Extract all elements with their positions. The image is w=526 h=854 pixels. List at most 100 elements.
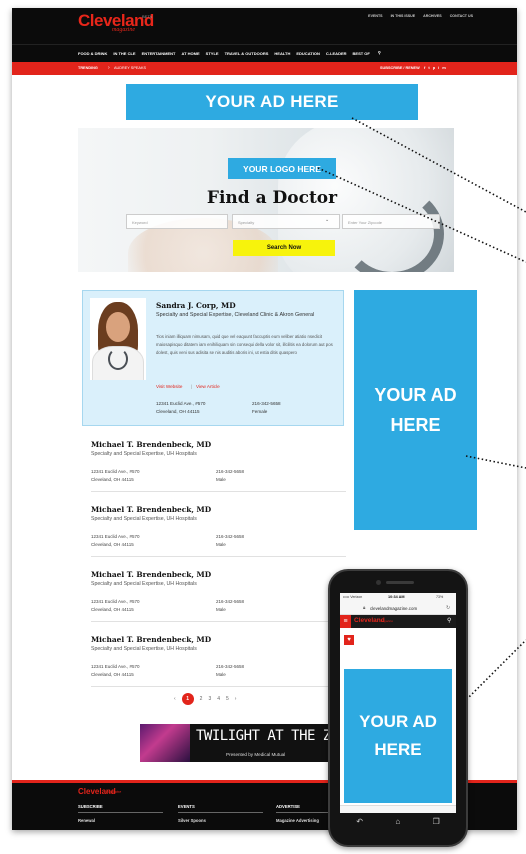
facebook-icon[interactable]: f xyxy=(424,65,425,70)
doctor-address-line1: 12341 Euclid Ave., #570 xyxy=(91,599,140,604)
divider xyxy=(91,556,346,557)
ad-mobile[interactable]: YOUR AD HERE xyxy=(344,669,452,803)
page-4-button[interactable]: 4 xyxy=(217,696,220,702)
ad-sidebar[interactable]: YOUR AD HERE xyxy=(354,290,477,530)
doctor-specialty: Specialty and Special Expertise, UH Hosp… xyxy=(91,516,197,522)
trending-label: TRENDING xyxy=(78,66,98,70)
doctor-gender: Male xyxy=(216,607,226,612)
view-article-link[interactable]: View Article xyxy=(196,384,220,389)
mail-icon[interactable]: m xyxy=(442,65,446,70)
address-bar[interactable]: 🔒︎ clevelandmagazine.com ↻ xyxy=(340,602,456,615)
doctor-gender: Male xyxy=(216,477,226,482)
footer-logo-subtitle: magazine xyxy=(106,790,122,794)
top-link-contact-us[interactable]: CONTACT US xyxy=(450,14,473,18)
nav-item-at-home[interactable]: AT HOME xyxy=(182,51,200,56)
specialty-select[interactable]: Specialty xyxy=(232,214,340,229)
divider xyxy=(91,491,346,492)
search-icon[interactable]: ⚲ xyxy=(378,51,381,56)
doctor-address-line1: 12341 Euclid Ave., #570 xyxy=(91,469,140,474)
nav-item-in-the-cle[interactable]: IN THE CLE xyxy=(113,51,135,56)
link-separator: | xyxy=(191,384,193,389)
subscribe-link[interactable]: SUBSCRIBE / RENEW xyxy=(380,66,420,70)
phone-screen: ••••• Verizon 10:34 AM 73% 🔒︎ clevelandm… xyxy=(340,593,456,813)
social-links: f t p i m xyxy=(424,65,446,70)
phone-softkeys: ↶ ⌂ ❐ xyxy=(340,817,456,826)
nav-item-c-leader[interactable]: C-LEADER xyxy=(326,51,347,56)
doctor-name[interactable]: Michael T. Brendenbeck, MD xyxy=(91,635,211,644)
logo-subtitle: magazine xyxy=(112,27,135,33)
twitter-icon[interactable]: t xyxy=(428,65,429,70)
lock-icon: 🔒︎ xyxy=(363,605,366,610)
ad-sidebar-line1: YOUR AD xyxy=(374,385,457,405)
page-title: Find a Doctor xyxy=(206,188,338,208)
recents-icon[interactable]: ❐ xyxy=(433,817,440,826)
featured-doctor-name[interactable]: Sandra J. Corp, MD xyxy=(156,301,236,310)
nav-item-travel-outdoors[interactable]: TRAVEL & OUTDOORS xyxy=(225,51,269,56)
status-bar: ••••• Verizon 10:34 AM 73% xyxy=(340,593,456,602)
next-page-button[interactable]: › xyxy=(235,696,237,702)
nav-item-style[interactable]: STYLE xyxy=(206,51,219,56)
footer-link-renewal[interactable]: Renewal xyxy=(78,818,95,823)
reload-icon[interactable]: ↻ xyxy=(446,605,450,611)
divider xyxy=(91,686,346,687)
logo-placeholder[interactable]: YOUR LOGO HERE xyxy=(228,158,336,179)
page: Cleveland BETA magazine EVENTS IN THIS I… xyxy=(0,0,526,854)
top-link-events[interactable]: EVENTS xyxy=(368,14,382,18)
featured-doctor-bio: Tios iniam illiquam nimusam, quid que ve… xyxy=(156,334,333,356)
keyword-input[interactable]: Keyword xyxy=(126,214,228,229)
top-links: EVENTS IN THIS ISSUE ARCHIVES CONTACT US xyxy=(368,14,473,18)
doctor-name[interactable]: Michael T. Brendenbeck, MD xyxy=(91,570,211,579)
menu-icon[interactable]: ≡ xyxy=(340,615,351,628)
prev-page-button[interactable]: ‹ xyxy=(174,696,176,702)
doctor-name[interactable]: Michael T. Brendenbeck, MD xyxy=(91,505,211,514)
speaker-grille xyxy=(386,581,414,584)
page-1-button[interactable]: 1 xyxy=(181,693,194,705)
banner-photo xyxy=(140,724,190,762)
visit-website-link[interactable]: Visit Website xyxy=(156,384,182,389)
nav-item-best-of[interactable]: BEST OF xyxy=(353,51,370,56)
trending-item[interactable]: AUDREY SPEAKS xyxy=(114,66,146,70)
ad-banner-top[interactable]: YOUR AD HERE xyxy=(126,84,418,120)
divider xyxy=(178,812,263,813)
heart-icon: ♥ xyxy=(344,635,354,645)
divider xyxy=(78,812,163,813)
twilight-zoo-banner[interactable]: TWILIGHT AT THE ZOO Presented by Medical… xyxy=(140,724,352,762)
doctor-phone: 216-342-5658 xyxy=(216,469,245,474)
back-icon[interactable]: ↶ xyxy=(356,817,363,826)
doctor-specialty: Specialty and Special Expertise, UH Hosp… xyxy=(91,581,197,587)
nav-item-health[interactable]: HEALTH xyxy=(274,51,290,56)
url-text: clevelandmagazine.com xyxy=(370,606,418,611)
doctor-gender: Male xyxy=(216,672,226,677)
doctor-photo xyxy=(90,298,146,380)
divider xyxy=(91,621,346,622)
instagram-icon[interactable]: i xyxy=(438,65,439,70)
featured-address-line1: 12341 Euclid Ave., #570 xyxy=(156,401,206,406)
chevron-right-icon: › xyxy=(108,65,110,71)
footer-link-magazine-advertising[interactable]: Magazine Advertising xyxy=(276,818,319,823)
zipcode-input[interactable]: Enter Your Zipcode xyxy=(342,214,440,229)
top-link-archives[interactable]: ARCHIVES xyxy=(423,14,442,18)
footer-heading-subscribe: SUBSCRIBE xyxy=(78,804,103,809)
top-link-in-this-issue[interactable]: IN THIS ISSUE xyxy=(391,14,416,18)
banner-title: TWILIGHT AT THE ZOO xyxy=(196,728,347,744)
page-3-button[interactable]: 3 xyxy=(208,696,211,702)
nav-item-food-drink[interactable]: FOOD & DRINK xyxy=(78,51,107,56)
search-icon[interactable]: ⚲ xyxy=(447,617,451,624)
doctor-address-line2: Cleveland, OH 44115 xyxy=(91,542,134,547)
nav-item-education[interactable]: EDUCATION xyxy=(296,51,319,56)
mobile-phone-mockup: ••••• Verizon 10:34 AM 73% 🔒︎ clevelandm… xyxy=(328,569,468,847)
doctor-name[interactable]: Michael T. Brendenbeck, MD xyxy=(91,440,211,449)
page-5-button[interactable]: 5 xyxy=(226,696,229,702)
chevron-down-icon: ⌄ xyxy=(325,217,330,223)
footer-link-silver-spoons[interactable]: Silver Spoons xyxy=(178,818,206,823)
page-2-button[interactable]: 2 xyxy=(200,696,203,702)
footer-heading-events: EVENTS xyxy=(178,804,195,809)
search-button[interactable]: Search Now xyxy=(233,240,335,256)
doctor-phone: 216-342-5658 xyxy=(216,664,245,669)
pinterest-icon[interactable]: p xyxy=(433,65,435,70)
nav-item-entertainment[interactable]: ENTERTAINMENT xyxy=(142,51,176,56)
home-icon[interactable]: ⌂ xyxy=(395,817,400,826)
featured-doctor-specialty: Specialty and Special Expertise, Clevela… xyxy=(156,312,315,318)
banner-subtitle: Presented by Medical Mutual xyxy=(226,752,286,757)
doctor-phone: 216-342-5658 xyxy=(216,534,245,539)
